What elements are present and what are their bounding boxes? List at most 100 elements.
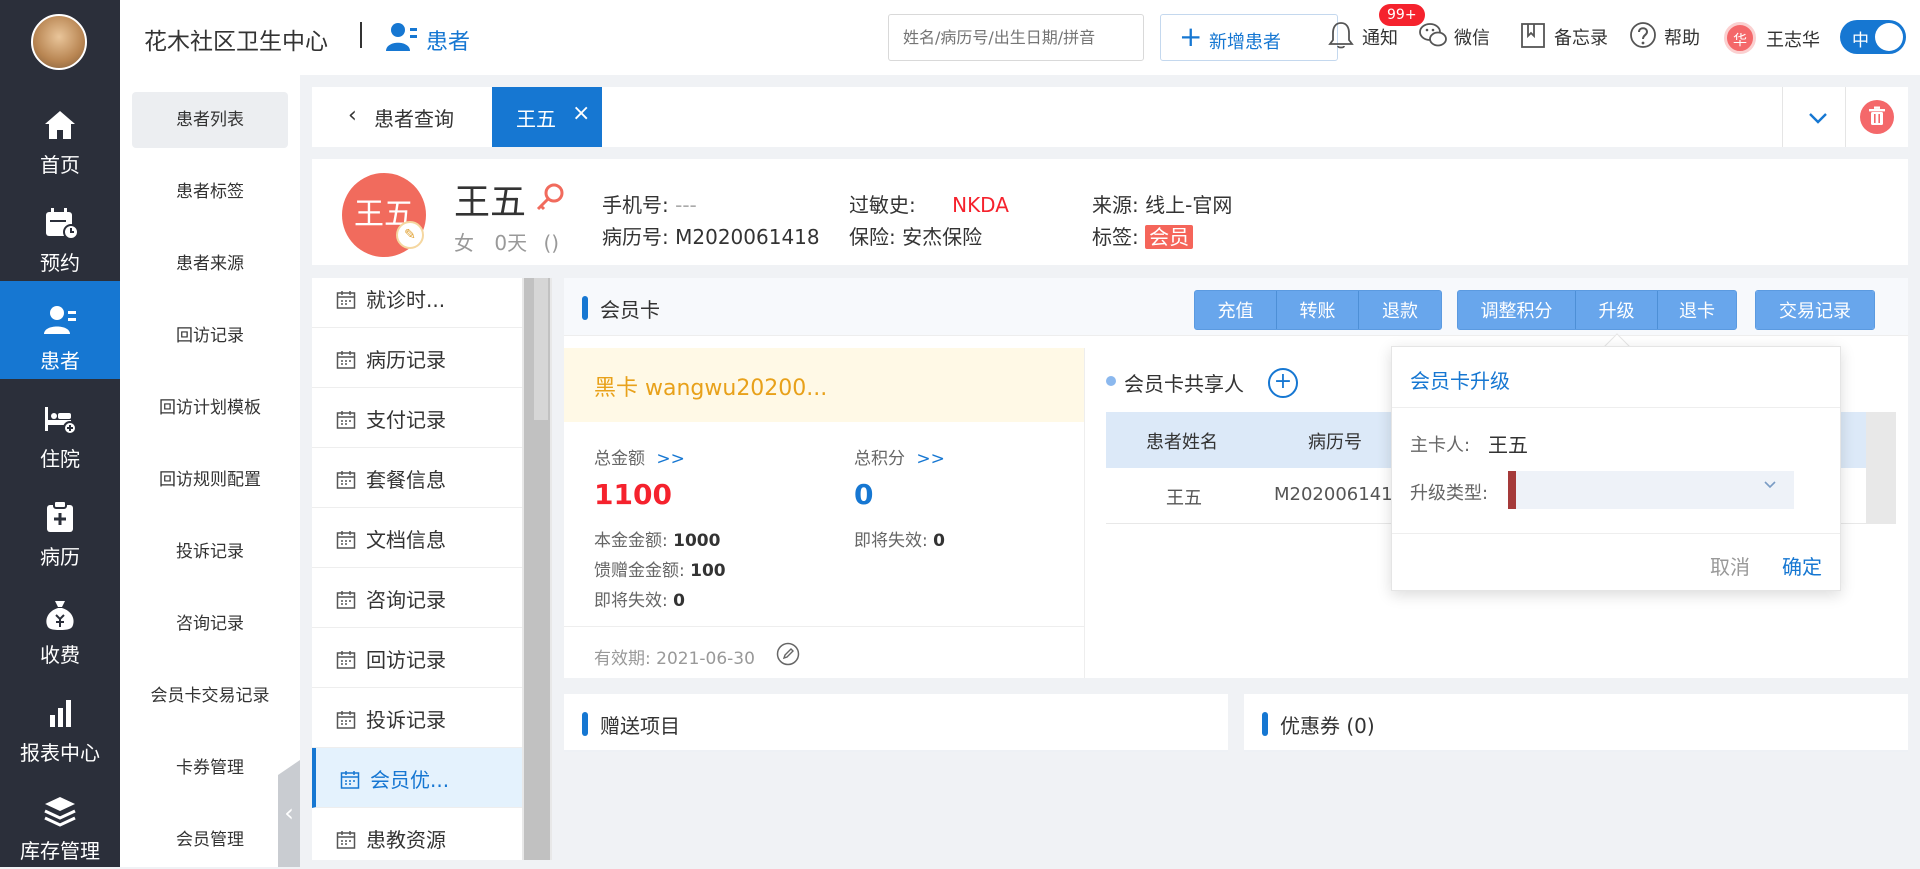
subnav-item-followup-template[interactable]: 回访计划模板 (132, 380, 288, 436)
language-toggle[interactable]: 中 (1840, 20, 1906, 54)
close-all-tabs-button[interactable] (1860, 100, 1894, 134)
table-scrollbar[interactable] (1866, 412, 1896, 524)
upgrade-type-select[interactable] (1508, 471, 1794, 509)
tag-badge[interactable]: 会员 (1145, 225, 1194, 249)
patient-age-paren: () (543, 231, 560, 255)
total-amount-link[interactable]: >> (656, 449, 685, 469)
nav-item-reports[interactable]: 报表中心 (0, 673, 120, 771)
wechat-icon (1419, 23, 1447, 47)
valid-date-value: 2021-06-30 (656, 649, 755, 669)
subnav-item-coupon-management[interactable]: 卡券管理 (132, 740, 288, 796)
nav-label: 收费 (40, 643, 80, 667)
nav-item-appointment[interactable]: 预约 (0, 183, 120, 281)
divider (564, 750, 1228, 752)
calendar-icon (336, 471, 356, 489)
help-icon (1630, 22, 1656, 48)
nav-label: 首页 (40, 153, 80, 177)
menu-scrollbar-thumb[interactable] (534, 278, 548, 420)
menu-item-package-info[interactable]: 套餐信息 (312, 448, 522, 508)
nav-item-billing[interactable]: 收费 (0, 575, 120, 673)
upgrade-button[interactable]: 升级 (1576, 291, 1658, 329)
total-points-link[interactable]: >> (916, 449, 945, 469)
phone-field: 手机号: --- (602, 189, 697, 218)
tab-patient-wangwu[interactable]: 王五 × (492, 87, 602, 147)
source-value: 线上-官网 (1145, 193, 1233, 217)
nav-item-home[interactable]: 首页 (0, 85, 120, 183)
total-amount: 1100 (594, 478, 672, 511)
principal-row: 本金金额: 1000 (594, 526, 720, 551)
menu-item-visit-time[interactable]: 就诊时... (312, 278, 522, 328)
gift-items-section: 赠送项目 (564, 694, 1228, 752)
nav-item-inventory[interactable]: 库存管理 (0, 771, 120, 869)
adjust-points-button[interactable]: 调整积分 (1458, 291, 1576, 329)
add-patient-label: 新增患者 (1209, 32, 1281, 53)
calendar-icon (336, 651, 356, 669)
user-name[interactable]: 王志华 (1766, 26, 1820, 52)
gift-amount-value: 100 (690, 561, 726, 581)
nav-item-patient[interactable]: 患者 (0, 281, 120, 379)
bar-chart-icon (50, 700, 71, 727)
org-avatar[interactable] (31, 14, 87, 70)
user-avatar[interactable]: 华 (1724, 22, 1756, 54)
top-header: 花木社区卫生中心 患者 + 新增患者 通知 99+ 微信 备忘录 帮助 华 王志… (120, 0, 1920, 75)
header-divider (360, 22, 362, 48)
menu-item-education-resources[interactable]: 患教资源 (312, 808, 522, 860)
nav-item-medical-record[interactable]: 病历 (0, 477, 120, 575)
refund-button[interactable]: 退款 (1359, 291, 1441, 329)
subnav-item-complaints[interactable]: 投诉记录 (132, 524, 288, 580)
close-icon[interactable]: × (572, 101, 590, 126)
subnav-item-patient-tags[interactable]: 患者标签 (132, 164, 288, 220)
menu-item-complaint-records[interactable]: 投诉记录 (312, 688, 522, 748)
add-sharer-button[interactable]: + (1268, 368, 1298, 398)
record-field: 病历号: M2020061418 (602, 221, 820, 250)
key-icon[interactable] (534, 181, 566, 213)
popover-title: 会员卡升级 (1410, 369, 1510, 393)
language-toggle-label: 中 (1852, 31, 1869, 51)
calendar-icon (336, 411, 356, 429)
patient-icon (386, 23, 417, 51)
confirm-button[interactable]: 确定 (1782, 551, 1822, 580)
nav-item-inpatient[interactable]: 住院 (0, 379, 120, 477)
search-input[interactable] (888, 14, 1144, 61)
subnav-item-followup-rules[interactable]: 回访规则配置 (132, 452, 288, 508)
patient-age: 0天 (494, 231, 528, 255)
menu-label: 会员优... (370, 768, 450, 792)
cancel-card-button[interactable]: 退卡 (1658, 291, 1736, 329)
add-patient-button[interactable]: + 新增患者 (1160, 14, 1338, 61)
menu-item-followup-records[interactable]: 回访记录 (312, 628, 522, 688)
tabs-dropdown-button[interactable] (1798, 103, 1838, 133)
calendar-icon (336, 711, 356, 729)
edit-icon[interactable] (776, 642, 800, 666)
menu-item-consult-records[interactable]: 咨询记录 (312, 568, 522, 628)
tab-patient-query[interactable]: ‹ 患者查询 (312, 87, 492, 147)
total-amount-label-row: 总金额 >> (594, 444, 685, 469)
menu-item-payment-records[interactable]: 支付记录 (312, 388, 522, 448)
bullet-dot (1106, 376, 1116, 386)
expiring-amount-row: 即将失效: 0 (594, 586, 685, 611)
recharge-button[interactable]: 充值 (1195, 291, 1277, 329)
menu-item-medical-records[interactable]: 病历记录 (312, 328, 522, 388)
patient-icon (44, 306, 76, 334)
cancel-button[interactable]: 取消 (1710, 551, 1750, 580)
collapse-sidebar-button[interactable]: ‹ (278, 760, 300, 867)
transfer-button[interactable]: 转账 (1277, 291, 1359, 329)
subnav-item-patient-source[interactable]: 患者来源 (132, 236, 288, 292)
clinic-name: 花木社区卫生中心 (144, 29, 328, 55)
subnav-item-followup-records[interactable]: 回访记录 (132, 308, 288, 364)
tab-label: 王五 (516, 107, 556, 131)
divider (1244, 750, 1908, 752)
expiring-points-label: 即将失效: (854, 531, 928, 551)
subnav-item-card-transactions[interactable]: 会员卡交易记录 (132, 668, 288, 724)
edit-avatar-button[interactable]: ✎ (396, 221, 424, 249)
subnav-item-member-management[interactable]: 会员管理 (132, 812, 288, 868)
transaction-records-button[interactable]: 交易记录 (1756, 291, 1874, 329)
wechat-link[interactable]: 微信 (1418, 20, 1508, 54)
tab-label: 患者查询 (374, 107, 454, 131)
memo-link[interactable]: 备忘录 (1518, 20, 1618, 54)
section-title-text: 优惠券 (0) (1280, 714, 1375, 738)
help-link[interactable]: 帮助 (1628, 20, 1708, 54)
menu-item-member-benefits[interactable]: 会员优... (312, 748, 522, 808)
menu-item-document-info[interactable]: 文档信息 (312, 508, 522, 568)
subnav-item-consult-records[interactable]: 咨询记录 (132, 596, 288, 652)
subnav-item-patient-list[interactable]: 患者列表 (132, 92, 288, 148)
